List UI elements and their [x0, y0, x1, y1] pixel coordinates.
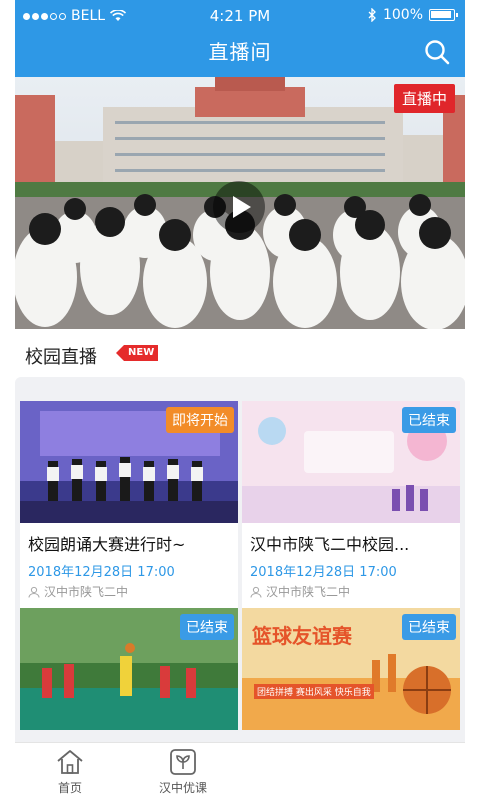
card-thumbnail: 即将开始	[20, 401, 238, 523]
user-icon	[250, 586, 262, 598]
card-date: 2018年12月28日 17:00	[28, 565, 175, 580]
battery-icon	[429, 9, 458, 21]
user-icon	[28, 586, 40, 598]
home-icon	[57, 750, 83, 774]
top-bar: BELL 4:21 PM 100% 直播间	[15, 0, 465, 77]
card-thumbnail: 已结束	[20, 608, 238, 730]
card-location: 汉中市陕飞二中	[266, 585, 351, 599]
status-right: 100%	[368, 7, 458, 23]
status-tag: 已结束	[402, 614, 456, 640]
tab-home[interactable]: 首页	[30, 749, 110, 796]
tab-courses-label: 汉中优课	[158, 781, 207, 795]
bottom-tab-bar: 首页 汉中优课	[15, 742, 465, 800]
status-tag: 即将开始	[166, 407, 234, 433]
page-title: 直播间	[208, 40, 272, 64]
section-title: 校园直播	[25, 347, 97, 368]
leaf-icon	[170, 749, 196, 775]
card-location-row: 汉中市陕飞二中	[242, 580, 460, 608]
new-badge: NEW	[116, 345, 159, 361]
search-icon[interactable]	[423, 38, 451, 66]
bluetooth-icon	[368, 8, 376, 22]
card-thumbnail: 已结束 篮球友谊赛 团结拼搏 赛出风采 快乐自我	[242, 608, 460, 730]
live-card[interactable]: 即将开始 校园朗诵大赛进行时~ 2018年12月28日 17:00 汉中市陕飞二…	[20, 401, 238, 608]
live-grid: 即将开始 校园朗诵大赛进行时~ 2018年12月28日 17:00 汉中市陕飞二…	[15, 377, 465, 747]
card-location: 汉中市陕飞二中	[44, 585, 129, 599]
live-card[interactable]: 已结束	[20, 608, 238, 730]
live-card[interactable]: 已结束 篮球友谊赛 团结拼搏 赛出风采 快乐自我	[242, 608, 460, 730]
card-location-row: 汉中市陕飞二中	[20, 580, 238, 608]
battery-percent: 100%	[382, 7, 423, 23]
tab-courses[interactable]: 汉中优课	[143, 749, 223, 796]
thumbnail-banner-text: 篮球友谊赛	[252, 624, 352, 648]
live-status-badge: 直播中	[393, 84, 455, 113]
card-thumbnail: 已结束	[242, 401, 460, 523]
tab-home-label: 首页	[57, 781, 82, 795]
play-icon[interactable]	[213, 181, 265, 233]
status-tag: 已结束	[402, 407, 456, 433]
status-bar: BELL 4:21 PM 100%	[15, 0, 465, 32]
thumbnail-slogan: 团结拼搏 赛出风采 快乐自我	[254, 684, 374, 699]
card-title: 校园朗诵大赛进行时~	[28, 535, 186, 554]
card-title: 汉中市陕飞二中校园...	[250, 535, 410, 554]
section-header: 校园直播 NEW	[15, 329, 465, 377]
phone-screen: BELL 4:21 PM 100% 直播间 直播中 校园直播 NEW 即将开始 …	[15, 0, 465, 800]
card-date: 2018年12月28日 17:00	[250, 565, 397, 580]
live-card[interactable]: 已结束 汉中市陕飞二中校园... 2018年12月28日 17:00 汉中市陕飞…	[242, 401, 460, 608]
status-tag: 已结束	[180, 614, 234, 640]
